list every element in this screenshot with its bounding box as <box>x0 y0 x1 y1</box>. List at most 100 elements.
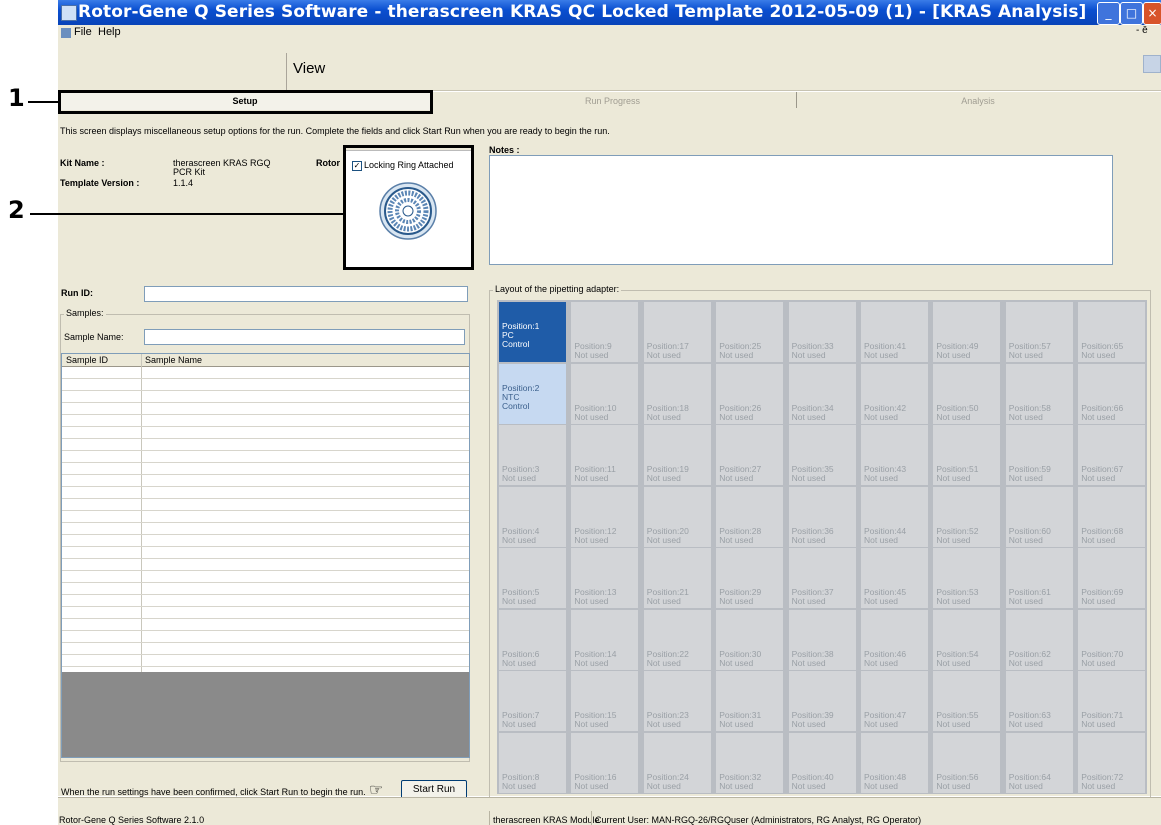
table-row[interactable] <box>62 666 469 667</box>
position-cell-53[interactable]: Position:53 Not used <box>933 548 1001 608</box>
table-row[interactable] <box>62 462 469 463</box>
table-row[interactable] <box>62 546 469 547</box>
position-cell-37[interactable]: Position:37 Not used <box>788 548 856 608</box>
position-cell-18[interactable]: Position:18 Not used <box>643 363 711 424</box>
table-row[interactable] <box>62 534 469 535</box>
position-cell-1[interactable]: Position:1 PC Control <box>499 302 566 362</box>
position-cell-26[interactable]: Position:26 Not used <box>716 363 784 424</box>
position-cell-11[interactable]: Position:11 Not used <box>571 425 639 485</box>
position-cell-17[interactable]: Position:17 Not used <box>643 302 711 362</box>
position-cell-67[interactable]: Position:67 Not used <box>1078 425 1146 485</box>
position-cell-14[interactable]: Position:14 Not used <box>571 609 639 670</box>
table-row[interactable] <box>62 414 469 415</box>
position-cell-43[interactable]: Position:43 Not used <box>861 425 928 485</box>
table-row[interactable] <box>62 486 469 487</box>
position-cell-13[interactable]: Position:13 Not used <box>571 548 639 608</box>
position-cell-49[interactable]: Position:49 Not used <box>933 302 1001 362</box>
position-cell-5[interactable]: Position:5 Not used <box>499 548 566 608</box>
position-cell-47[interactable]: Position:47 Not used <box>861 671 928 731</box>
position-cell-52[interactable]: Position:52 Not used <box>933 486 1001 547</box>
position-cell-66[interactable]: Position:66 Not used <box>1078 363 1146 424</box>
position-cell-27[interactable]: Position:27 Not used <box>716 425 784 485</box>
table-row[interactable] <box>62 606 469 607</box>
position-cell-71[interactable]: Position:71 Not used <box>1078 671 1146 731</box>
position-cell-16[interactable]: Position:16 Not used <box>571 732 639 793</box>
sample-name-input[interactable] <box>144 329 465 345</box>
position-cell-7[interactable]: Position:7 Not used <box>499 671 566 731</box>
position-cell-63[interactable]: Position:63 Not used <box>1005 671 1073 731</box>
position-cell-28[interactable]: Position:28 Not used <box>716 486 784 547</box>
position-cell-29[interactable]: Position:29 Not used <box>716 548 784 608</box>
run-id-input[interactable] <box>144 286 468 302</box>
position-cell-57[interactable]: Position:57 Not used <box>1005 302 1073 362</box>
maximize-button[interactable]: □ <box>1120 2 1143 25</box>
table-row[interactable] <box>62 450 469 451</box>
position-cell-25[interactable]: Position:25 Not used <box>716 302 784 362</box>
table-row[interactable] <box>62 642 469 643</box>
table-row[interactable] <box>62 618 469 619</box>
mdi-restore-controls[interactable]: - ē <box>1136 25 1148 36</box>
table-row[interactable] <box>62 378 469 379</box>
position-cell-41[interactable]: Position:41 Not used <box>861 302 928 362</box>
position-cell-24[interactable]: Position:24 Not used <box>643 732 711 793</box>
samples-table[interactable]: Sample ID Sample Name <box>61 353 470 758</box>
header-sample-name[interactable]: Sample Name <box>145 355 202 365</box>
position-cell-6[interactable]: Position:6 Not used <box>499 609 566 670</box>
position-cell-34[interactable]: Position:34 Not used <box>788 363 856 424</box>
table-row[interactable] <box>62 654 469 655</box>
position-cell-72[interactable]: Position:72 Not used <box>1078 732 1146 793</box>
table-row[interactable] <box>62 498 469 499</box>
position-cell-45[interactable]: Position:45 Not used <box>861 548 928 608</box>
position-cell-51[interactable]: Position:51 Not used <box>933 425 1001 485</box>
position-cell-22[interactable]: Position:22 Not used <box>643 609 711 670</box>
position-cell-15[interactable]: Position:15 Not used <box>571 671 639 731</box>
position-cell-40[interactable]: Position:40 Not used <box>788 732 856 793</box>
table-row[interactable] <box>62 510 469 511</box>
menu-help[interactable]: Help <box>98 26 121 38</box>
position-cell-48[interactable]: Position:48 Not used <box>861 732 928 793</box>
position-cell-36[interactable]: Position:36 Not used <box>788 486 856 547</box>
position-cell-38[interactable]: Position:38 Not used <box>788 609 856 670</box>
position-cell-20[interactable]: Position:20 Not used <box>643 486 711 547</box>
position-cell-32[interactable]: Position:32 Not used <box>716 732 784 793</box>
tab-analysis[interactable]: Analysis <box>797 92 1159 110</box>
position-cell-21[interactable]: Position:21 Not used <box>643 548 711 608</box>
menu-file[interactable]: File <box>74 26 92 38</box>
table-row[interactable] <box>62 438 469 439</box>
table-row[interactable] <box>62 402 469 403</box>
position-cell-68[interactable]: Position:68 Not used <box>1078 486 1146 547</box>
position-cell-2[interactable]: Position:2 NTC Control <box>499 363 566 424</box>
table-row[interactable] <box>62 474 469 475</box>
position-cell-54[interactable]: Position:54 Not used <box>933 609 1001 670</box>
position-cell-33[interactable]: Position:33 Not used <box>788 302 856 362</box>
position-cell-23[interactable]: Position:23 Not used <box>643 671 711 731</box>
position-cell-56[interactable]: Position:56 Not used <box>933 732 1001 793</box>
table-row[interactable] <box>62 582 469 583</box>
position-cell-39[interactable]: Position:39 Not used <box>788 671 856 731</box>
table-row[interactable] <box>62 570 469 571</box>
position-cell-58[interactable]: Position:58 Not used <box>1005 363 1073 424</box>
position-cell-12[interactable]: Position:12 Not used <box>571 486 639 547</box>
table-row[interactable] <box>62 594 469 595</box>
table-row[interactable] <box>62 630 469 631</box>
tab-run-progress[interactable]: Run Progress <box>430 92 795 110</box>
position-cell-3[interactable]: Position:3 Not used <box>499 425 566 485</box>
position-cell-35[interactable]: Position:35 Not used <box>788 425 856 485</box>
position-cell-55[interactable]: Position:55 Not used <box>933 671 1001 731</box>
table-row[interactable] <box>62 390 469 391</box>
position-cell-31[interactable]: Position:31 Not used <box>716 671 784 731</box>
view-label[interactable]: View <box>293 60 325 77</box>
notes-input[interactable] <box>489 155 1113 265</box>
position-cell-8[interactable]: Position:8 Not used <box>499 732 566 793</box>
table-row[interactable] <box>62 426 469 427</box>
close-button[interactable]: × <box>1143 2 1161 25</box>
position-cell-42[interactable]: Position:42 Not used <box>861 363 928 424</box>
position-cell-59[interactable]: Position:59 Not used <box>1005 425 1073 485</box>
position-cell-64[interactable]: Position:64 Not used <box>1005 732 1073 793</box>
position-cell-30[interactable]: Position:30 Not used <box>716 609 784 670</box>
position-cell-50[interactable]: Position:50 Not used <box>933 363 1001 424</box>
position-cell-19[interactable]: Position:19 Not used <box>643 425 711 485</box>
position-cell-10[interactable]: Position:10 Not used <box>571 363 639 424</box>
position-cell-62[interactable]: Position:62 Not used <box>1005 609 1073 670</box>
position-cell-44[interactable]: Position:44 Not used <box>861 486 928 547</box>
